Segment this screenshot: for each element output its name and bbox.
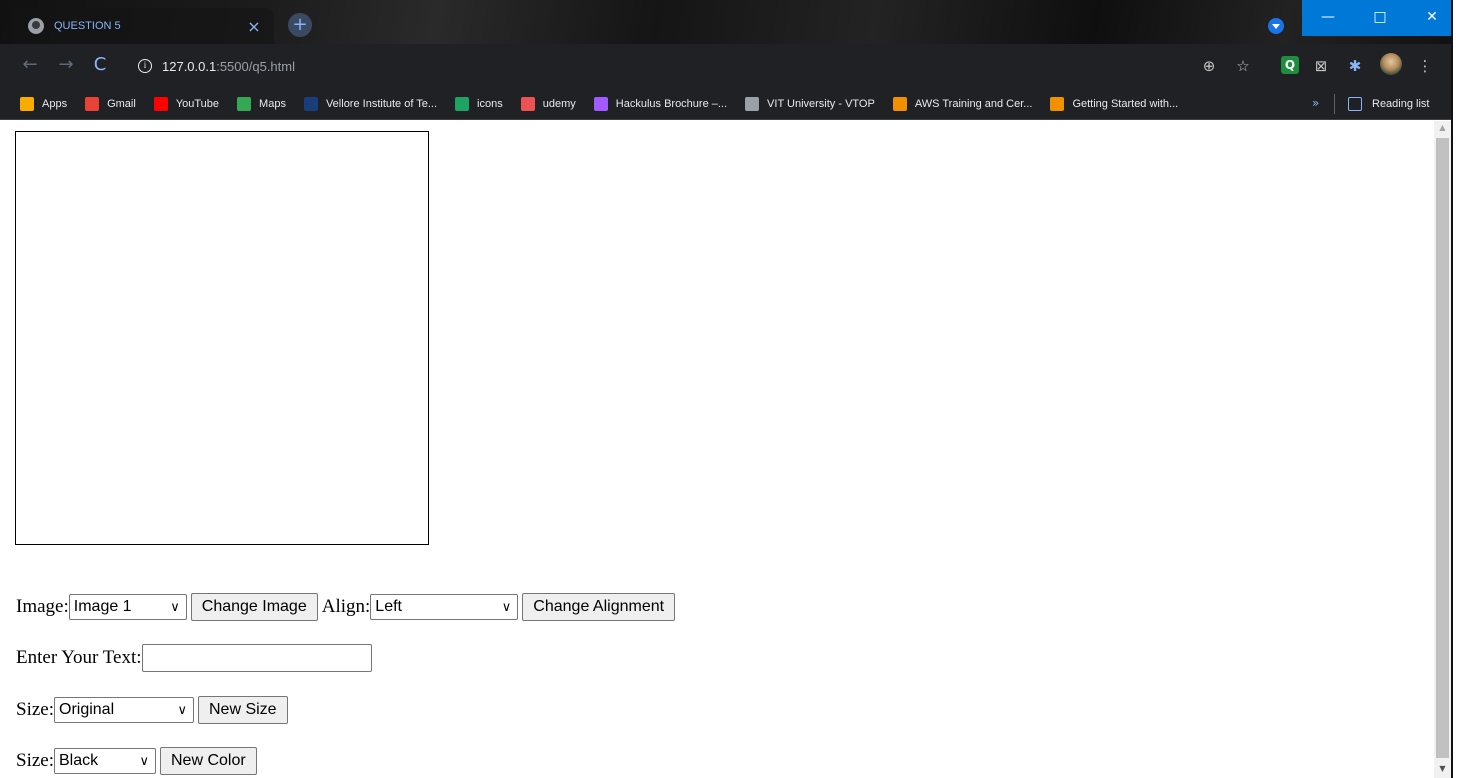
text-label: Enter Your Text: (16, 647, 142, 668)
youtube-icon (153, 96, 168, 111)
reading-list-icon (1348, 97, 1362, 111)
new-size-button[interactable]: New Size (198, 696, 288, 724)
bookmark-label: Gmail (107, 97, 136, 110)
gmail-icon (85, 96, 100, 111)
bookmark-label: YouTube (175, 97, 220, 110)
bookmark-item[interactable]: VIT University - VTOP (745, 96, 875, 111)
scroll-down-arrow-icon[interactable]: ▼ (1434, 764, 1451, 776)
change-image-button[interactable]: Change Image (190, 593, 318, 621)
extension-screenshot-icon[interactable]: ⊠ (1312, 57, 1330, 75)
apps-grid-icon (20, 96, 34, 111)
bookmark-label: Apps (42, 97, 68, 110)
address-bar[interactable]: i 127.0.0.1 :5500/q5.html (124, 51, 1264, 81)
scroll-up-arrow-icon[interactable]: ▲ (1434, 123, 1451, 135)
bookmarks-divider (1334, 94, 1335, 114)
align-select-value: Left (375, 598, 402, 615)
tab-title: QUESTION 5 (54, 20, 121, 32)
bookmark-item[interactable]: Getting Started with... (1050, 96, 1179, 111)
chevron-down-icon: ∨ (501, 599, 512, 614)
tab-question-5[interactable]: QUESTION 5 × (12, 8, 274, 44)
aws-cube-icon (892, 96, 907, 111)
bookmarks-bar: Apps Gmail YouTube Maps Vellore Institute of… (0, 88, 1458, 120)
vit-logo-icon (303, 96, 318, 111)
bookmark-item[interactable]: YouTube (153, 96, 220, 111)
bookmark-item[interactable]: Hackulus Brochure –... (593, 96, 728, 111)
globe-icon (28, 18, 44, 34)
bookmark-label: udemy (542, 97, 576, 110)
figma-icon (593, 96, 608, 111)
zoom-icon[interactable]: ⊕ (1200, 57, 1218, 75)
bookmark-label: Maps (259, 97, 286, 110)
bookmark-item[interactable]: Gmail (85, 96, 136, 111)
size-select[interactable]: Original ∨ (54, 697, 194, 723)
bookmark-label: Hackulus Brochure –... (615, 97, 728, 110)
tab-strip: QUESTION 5 × + — □ ✕ (0, 0, 1458, 44)
avatar[interactable] (1380, 53, 1402, 75)
vtop-icon (745, 96, 760, 111)
bookmark-item[interactable]: Maps (237, 96, 286, 111)
extension-q-icon[interactable]: Q (1281, 56, 1299, 74)
url-path: :5500/q5.html (216, 58, 295, 74)
tab-search-icon[interactable] (1268, 18, 1284, 34)
image-label: Image: (16, 596, 69, 617)
size-row: Size: Original ∨ New Size (16, 696, 288, 724)
scrollbar-thumb[interactable] (1436, 138, 1449, 758)
bookmark-item[interactable]: Apps (20, 96, 68, 111)
maps-pin-icon (237, 96, 252, 111)
size-select-value: Original (59, 701, 115, 718)
bookmark-label: AWS Training and Cer... (914, 97, 1033, 110)
minimize-button[interactable]: — (1302, 0, 1354, 36)
color-label: Size: (16, 750, 54, 771)
new-color-button[interactable]: New Color (160, 747, 257, 775)
forward-arrow-icon[interactable]: → (54, 54, 78, 78)
extensions-puzzle-icon[interactable]: ✱ (1346, 57, 1364, 75)
bookmark-label: Vellore Institute of Te... (325, 97, 438, 110)
menu-kebab-icon[interactable]: ⋮ (1416, 57, 1434, 75)
bookmark-item[interactable]: icons (455, 96, 503, 111)
bookmark-label: icons (477, 97, 503, 110)
color-select[interactable]: Black ∨ (54, 748, 156, 774)
udemy-icon (520, 96, 535, 111)
text-input[interactable] (141, 644, 372, 672)
site-info-icon[interactable]: i (138, 59, 152, 73)
back-arrow-icon[interactable]: ← (18, 54, 42, 78)
aws-cube-icon (1050, 96, 1065, 111)
page-viewport: Image: Image 1 ∨ Change Image Align: Lef… (0, 121, 1458, 778)
bookmark-label: Getting Started with... (1072, 97, 1179, 110)
change-alignment-button[interactable]: Change Alignment (522, 593, 676, 621)
bookmark-item[interactable]: AWS Training and Cer... (892, 96, 1033, 111)
chevron-down-icon: ∨ (170, 599, 180, 614)
image-display (15, 131, 429, 545)
close-tab-icon[interactable]: × (242, 17, 266, 36)
bookmark-star-icon[interactable]: ☆ (1234, 57, 1252, 75)
maximize-button[interactable]: □ (1354, 0, 1406, 36)
align-select[interactable]: Left ∨ (370, 594, 519, 620)
bookmark-item[interactable]: udemy (520, 96, 576, 111)
bookmark-label: VIT University - VTOP (767, 97, 875, 110)
icons-app-icon (455, 96, 470, 111)
chevron-down-icon: ∨ (177, 702, 187, 717)
image-row: Image: Image 1 ∨ Change Image Align: Lef… (16, 593, 676, 621)
color-select-value: Black (59, 752, 99, 769)
more-bookmarks-icon[interactable]: » (1312, 96, 1319, 110)
url-host: 127.0.0.1 (162, 58, 217, 74)
align-label: Align: (321, 596, 371, 617)
browser-toolbar: ← → C i 127.0.0.1 :5500/q5.html ⊕ ☆ Q ⊠ … (0, 44, 1458, 88)
text-row: Enter Your Text: (16, 644, 372, 672)
image-select[interactable]: Image 1 ∨ (68, 594, 187, 620)
new-tab-button[interactable]: + (288, 13, 312, 37)
size-label: Size: (16, 699, 54, 720)
color-row: Size: Black ∨ New Color (16, 747, 257, 775)
chevron-down-icon: ∨ (139, 753, 149, 768)
vertical-scrollbar[interactable]: ▲ ▼ (1434, 121, 1451, 778)
window-border (1451, 0, 1458, 778)
reload-icon[interactable]: C (88, 54, 112, 78)
reading-list-button[interactable]: Reading list (1348, 89, 1429, 119)
reading-list-label: Reading list (1372, 98, 1430, 110)
image-select-value: Image 1 (73, 598, 132, 615)
bookmark-item[interactable]: Vellore Institute of Te... (303, 96, 438, 111)
